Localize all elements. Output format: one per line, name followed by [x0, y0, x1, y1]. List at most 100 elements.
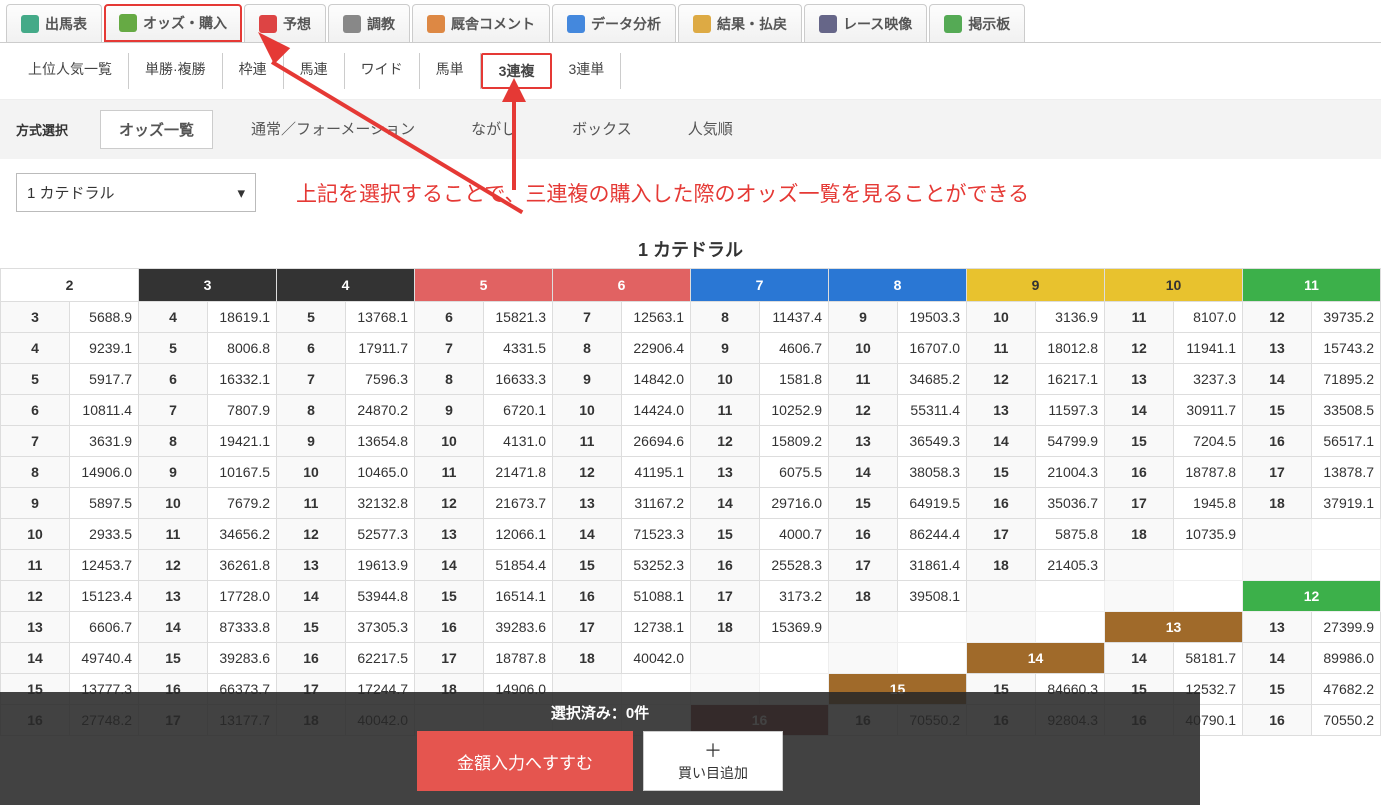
odds-value[interactable]: 17911.7: [346, 333, 415, 364]
odds-value[interactable]: 32132.8: [346, 488, 415, 519]
odds-value[interactable]: 89986.0: [1312, 643, 1381, 674]
odds-value[interactable]: 38058.3: [898, 457, 967, 488]
main-tab-comment[interactable]: 厩舎コメント: [412, 4, 550, 42]
odds-value[interactable]: 11597.3: [1036, 395, 1105, 426]
odds-value[interactable]: 54799.9: [1036, 426, 1105, 457]
odds-value[interactable]: 16633.3: [484, 364, 553, 395]
odds-value[interactable]: 86244.4: [898, 519, 967, 550]
odds-value[interactable]: 6075.5: [760, 457, 829, 488]
odds-value[interactable]: 52577.3: [346, 519, 415, 550]
odds-value[interactable]: 15809.2: [760, 426, 829, 457]
odds-value[interactable]: 19503.3: [898, 302, 967, 333]
odds-value[interactable]: 49740.4: [70, 643, 139, 674]
odds-value[interactable]: 56517.1: [1312, 426, 1381, 457]
horse-select[interactable]: 1 カテドラル ▾: [16, 173, 256, 212]
odds-value[interactable]: 18619.1: [208, 302, 277, 333]
odds-value[interactable]: 26694.6: [622, 426, 691, 457]
odds-value[interactable]: 13768.1: [346, 302, 415, 333]
odds-value[interactable]: 31167.2: [622, 488, 691, 519]
odds-value[interactable]: 14424.0: [622, 395, 691, 426]
odds-value[interactable]: 17728.0: [208, 581, 277, 612]
odds-value[interactable]: 39283.6: [208, 643, 277, 674]
odds-value[interactable]: 12563.1: [622, 302, 691, 333]
odds-value[interactable]: 21004.3: [1036, 457, 1105, 488]
method-tab-0[interactable]: オッズ一覧: [100, 110, 213, 149]
odds-value[interactable]: 12066.1: [484, 519, 553, 550]
odds-value[interactable]: 8006.8: [208, 333, 277, 364]
odds-value[interactable]: 53252.3: [622, 550, 691, 581]
sub-tab-7[interactable]: 3連単: [552, 53, 621, 89]
odds-value[interactable]: 29716.0: [760, 488, 829, 519]
method-tab-2[interactable]: ながし: [453, 110, 534, 149]
sub-tab-5[interactable]: 馬単: [420, 53, 481, 89]
odds-value[interactable]: 71523.3: [622, 519, 691, 550]
odds-value[interactable]: 7204.5: [1174, 426, 1243, 457]
odds-value[interactable]: 21673.7: [484, 488, 553, 519]
sub-tab-3[interactable]: 馬連: [284, 53, 345, 89]
odds-value[interactable]: 7807.9: [208, 395, 277, 426]
odds-value[interactable]: 70550.2: [1312, 705, 1381, 736]
odds-value[interactable]: 19421.1: [208, 426, 277, 457]
odds-value[interactable]: 1581.8: [760, 364, 829, 395]
main-tab-board[interactable]: 掲示板: [929, 4, 1025, 42]
odds-value[interactable]: 39283.6: [484, 612, 553, 643]
odds-value[interactable]: 15369.9: [760, 612, 829, 643]
odds-value[interactable]: 3136.9: [1036, 302, 1105, 333]
odds-value[interactable]: 18012.8: [1036, 333, 1105, 364]
odds-value[interactable]: 19613.9: [346, 550, 415, 581]
main-tab-target[interactable]: 予想: [244, 4, 326, 42]
main-tab-video[interactable]: レース映像: [804, 4, 927, 42]
odds-value[interactable]: 9239.1: [70, 333, 139, 364]
odds-value[interactable]: 3237.3: [1174, 364, 1243, 395]
odds-value[interactable]: 35036.7: [1036, 488, 1105, 519]
main-tab-coins[interactable]: 結果・払戻: [678, 4, 802, 42]
odds-value[interactable]: 37919.1: [1312, 488, 1381, 519]
odds-value[interactable]: 30911.7: [1174, 395, 1243, 426]
odds-value[interactable]: 10252.9: [760, 395, 829, 426]
odds-value[interactable]: 21471.8: [484, 457, 553, 488]
odds-value[interactable]: 5875.8: [1036, 519, 1105, 550]
odds-value[interactable]: 12453.7: [70, 550, 139, 581]
odds-value[interactable]: 51088.1: [622, 581, 691, 612]
odds-value[interactable]: 14906.0: [70, 457, 139, 488]
odds-value[interactable]: 53944.8: [346, 581, 415, 612]
odds-value[interactable]: 36261.8: [208, 550, 277, 581]
odds-value[interactable]: 16514.1: [484, 581, 553, 612]
odds-value[interactable]: 18787.8: [1174, 457, 1243, 488]
odds-value[interactable]: 4131.0: [484, 426, 553, 457]
sub-tab-4[interactable]: ワイド: [345, 53, 420, 89]
odds-value[interactable]: 10465.0: [346, 457, 415, 488]
odds-value[interactable]: 14842.0: [622, 364, 691, 395]
odds-value[interactable]: 39735.2: [1312, 302, 1381, 333]
odds-value[interactable]: 6606.7: [70, 612, 139, 643]
odds-value[interactable]: 18787.8: [484, 643, 553, 674]
odds-value[interactable]: 7596.3: [346, 364, 415, 395]
odds-value[interactable]: 16707.0: [898, 333, 967, 364]
odds-value[interactable]: 7679.2: [208, 488, 277, 519]
odds-value[interactable]: 8107.0: [1174, 302, 1243, 333]
odds-value[interactable]: 3631.9: [70, 426, 139, 457]
odds-value[interactable]: 10167.5: [208, 457, 277, 488]
odds-value[interactable]: 5688.9: [70, 302, 139, 333]
odds-value[interactable]: 41195.1: [622, 457, 691, 488]
odds-value[interactable]: 11941.1: [1174, 333, 1243, 364]
odds-value[interactable]: 4606.7: [760, 333, 829, 364]
odds-value[interactable]: 31861.4: [898, 550, 967, 581]
add-bet-button[interactable]: ＋ 買い目追加: [643, 731, 783, 791]
odds-value[interactable]: 87333.8: [208, 612, 277, 643]
odds-value[interactable]: 71895.2: [1312, 364, 1381, 395]
odds-value[interactable]: 2933.5: [70, 519, 139, 550]
odds-value[interactable]: 27399.9: [1312, 612, 1381, 643]
method-tab-3[interactable]: ボックス: [554, 110, 650, 149]
odds-value[interactable]: 51854.4: [484, 550, 553, 581]
odds-value[interactable]: 39508.1: [898, 581, 967, 612]
odds-value[interactable]: 5917.7: [70, 364, 139, 395]
sub-tab-1[interactable]: 単勝·複勝: [129, 53, 223, 89]
odds-value[interactable]: 5897.5: [70, 488, 139, 519]
odds-value[interactable]: 1945.8: [1174, 488, 1243, 519]
odds-value[interactable]: 62217.5: [346, 643, 415, 674]
main-tab-chart[interactable]: データ分析: [552, 4, 676, 42]
odds-value[interactable]: 3173.2: [760, 581, 829, 612]
odds-value[interactable]: 21405.3: [1036, 550, 1105, 581]
main-tab-odds[interactable]: オッズ・購入: [104, 4, 242, 42]
